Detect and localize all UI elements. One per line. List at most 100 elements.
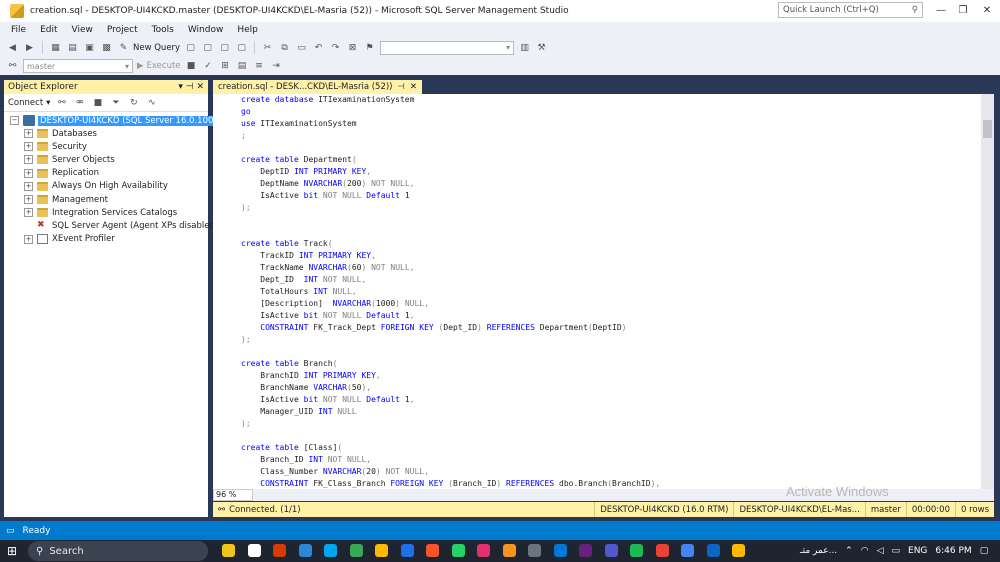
redo-icon[interactable]: ↷ [329,41,342,54]
expand-icon[interactable]: + [24,168,33,178]
menu-window[interactable]: Window [181,25,231,35]
code-line[interactable] [241,142,981,154]
taskbar-app-icon[interactable] [681,544,694,557]
code-line[interactable]: IsActive bit NOT NULL Default 1 [241,190,981,202]
code-line[interactable] [241,430,981,442]
xmla-query-icon[interactable]: ▢ [218,41,231,54]
menu-tools[interactable]: Tools [145,25,181,35]
code-line[interactable]: ; [241,130,981,142]
code-line[interactable]: ); [241,418,981,430]
code-line[interactable]: [Description] NVARCHAR(1000) NULL, [241,298,981,310]
disconnect-icon[interactable]: ⚮ [73,96,86,109]
expand-icon[interactable]: + [24,195,33,204]
vertical-scrollbar[interactable] [981,94,994,489]
tree-node[interactable]: + Integration Services Catalogs [24,206,177,219]
pin-icon[interactable]: ⊣ [398,82,405,92]
taskbar-app-icon[interactable] [273,544,286,557]
expand-icon[interactable]: + [24,234,33,244]
connect-dropdown[interactable]: Connect ▾ [8,98,50,108]
stop-icon[interactable]: ■ [185,60,198,73]
menu-file[interactable]: File [4,25,33,35]
menu-view[interactable]: View [65,25,100,35]
taskbar-app-icon[interactable] [655,544,669,557]
tab-creation-sql[interactable]: creation.sql - DESK...CKD\EL-Masria (52)… [213,80,423,94]
copy-icon[interactable]: ⧉ [278,41,291,54]
connect-icon[interactable]: ⚯ [6,60,19,73]
windows-start-icon[interactable]: ⊞ [7,544,17,558]
code-line[interactable]: create table Department( [241,154,981,166]
taskbar-app-icon[interactable] [400,544,414,557]
code-line[interactable]: DeptName NVARCHAR(200) NOT NULL, [241,178,981,190]
code-line[interactable]: TrackName NVARCHAR(60) NOT NULL, [241,262,981,274]
pin-icon[interactable]: ▾ ⊣ ✕ [178,82,204,92]
code-line[interactable]: create table Track( [241,238,981,250]
code-line[interactable]: BranchID INT PRIMARY KEY, [241,370,981,382]
tree-node[interactable]: + Always On High Availability [24,180,168,193]
wifi-icon[interactable]: ◠ [861,546,869,556]
taskbar-app-icon[interactable] [426,544,439,557]
expand-icon[interactable]: + [24,142,33,152]
paste-icon[interactable]: ▭ [295,41,308,54]
taskbar-app-icon[interactable] [732,544,745,557]
expand-icon[interactable]: + [24,155,33,165]
taskbar-app-icon[interactable] [451,544,465,557]
taskbar-search[interactable]: ⚲ Search [28,541,208,561]
code-line[interactable]: BranchName VARCHAR(50), [241,382,981,394]
expand-icon[interactable]: + [24,181,33,191]
menu-help[interactable]: Help [230,25,265,35]
dax-query-icon[interactable]: ▢ [235,41,248,54]
taskbar-app-icon[interactable] [375,544,388,557]
code-line[interactable]: go [241,106,981,118]
taskbar-app-icon[interactable] [604,544,618,557]
toolbox-icon[interactable]: ⚒ [535,41,548,54]
code-line[interactable]: Branch_ID INT NOT NULL, [241,454,981,466]
connect-icon[interactable]: ⚯ [55,96,68,109]
close-button[interactable]: ✕ [974,2,1000,18]
tree-node[interactable]: + Management [24,193,108,206]
server-node[interactable]: − DESKTOP-UI4KCKD (SQL Server 16.0.1000.… [10,114,235,127]
menu-project[interactable]: Project [100,25,145,35]
activity-icon[interactable]: ∿ [145,96,158,109]
code-line[interactable] [241,214,981,226]
code-line[interactable]: ); [241,334,981,346]
code-line[interactable]: TrackID INT PRIMARY KEY, [241,250,981,262]
collapse-icon[interactable]: − [10,116,19,125]
code-line[interactable]: IsActive bit NOT NULL Default 1, [241,310,981,322]
zoom-select[interactable]: 96 % [213,489,253,501]
code-line[interactable]: Dept_ID INT NOT NULL, [241,274,981,286]
taskbar-app-icon[interactable] [630,544,643,557]
filter-icon[interactable]: ⏷ [109,96,122,109]
save-icon[interactable]: ▣ [83,41,96,54]
taskbar-app-icon[interactable] [579,544,592,557]
find-combo[interactable]: ▾ [380,40,515,55]
scrollbar-thumb[interactable] [983,120,992,138]
activity-monitor-icon[interactable]: ⊠ [346,41,359,54]
expand-icon[interactable]: + [24,208,33,218]
taskbar-app-icon[interactable] [349,544,363,557]
find-icon[interactable]: ⚑ [363,41,376,54]
tree-node[interactable]: + XEvent Profiler [24,233,115,246]
parse-icon[interactable]: ✓ [202,60,215,73]
notifications-icon[interactable]: ▢ [980,546,989,556]
menu-edit[interactable]: Edit [33,25,64,35]
language-indicator[interactable]: ENG [908,546,927,556]
code-line[interactable]: TotalHours INT NULL, [241,286,981,298]
refresh-icon[interactable]: ↻ [127,96,140,109]
chevron-up-icon[interactable]: ⌃ [845,546,853,556]
taskbar-app-icon[interactable] [528,544,541,557]
forward-icon[interactable]: ▶ [23,41,36,54]
taskbar-app-icon[interactable] [298,544,312,557]
properties-icon[interactable]: ▥ [518,41,531,54]
taskbar-app-icon[interactable] [477,544,490,557]
back-icon[interactable]: ◀ [6,41,19,54]
code-line[interactable]: create table Branch( [241,358,981,370]
new-query-button[interactable]: ✎ New Query [117,41,180,54]
indent-icon[interactable]: ⇥ [270,60,283,73]
taskbar-app-icon[interactable] [324,544,337,557]
close-icon[interactable]: ✕ [410,82,417,92]
code-line[interactable] [241,346,981,358]
taskbar-app-icon[interactable] [502,544,516,557]
code-line[interactable]: CONSTRAINT FK_Track_Dept FOREIGN KEY (De… [241,322,981,334]
code-line[interactable]: DeptID INT PRIMARY KEY, [241,166,981,178]
cut-icon[interactable]: ✂ [261,41,274,54]
